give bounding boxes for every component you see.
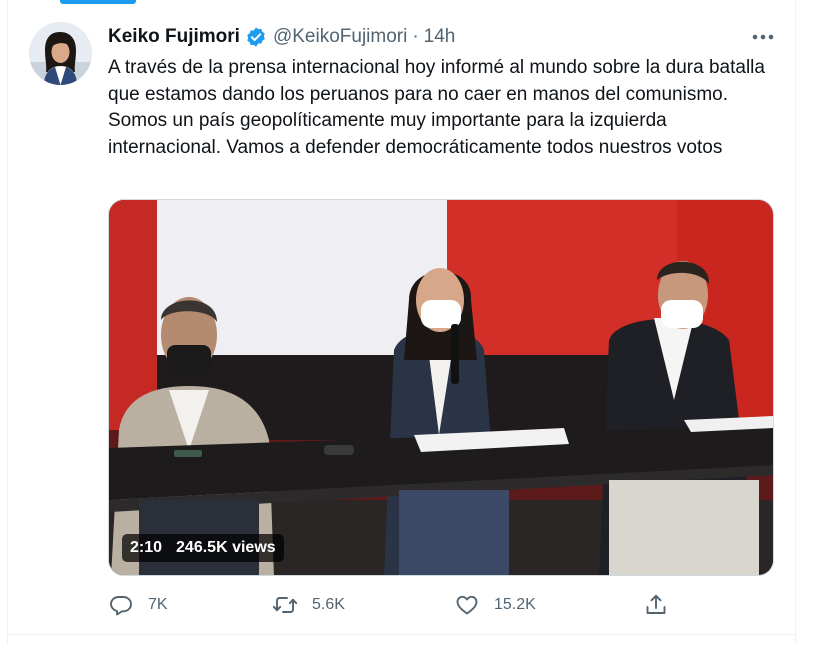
active-tab-indicator — [60, 0, 136, 4]
reply-button[interactable]: 7K — [108, 590, 168, 620]
verified-badge-icon — [245, 26, 267, 48]
author-avatar[interactable] — [29, 22, 92, 85]
video-info-badge: 2:10 246.5K views — [122, 534, 284, 562]
video-duration: 2:10 — [130, 539, 163, 556]
video-thumbnail — [109, 200, 773, 575]
tweet-divider — [7, 634, 796, 635]
retweet-button[interactable]: 5.6K — [272, 590, 345, 620]
tweet-text: A través de la prensa internacional hoy … — [108, 57, 765, 158]
more-icon — [752, 34, 774, 40]
tweet-actions-bar: 7K 5.6K 15.2K — [108, 590, 668, 620]
tweet-timestamp[interactable]: 14h — [424, 26, 456, 48]
tweet-header: Keiko Fujimori @KeikoFujimori · 14h — [108, 24, 455, 50]
like-count: 15.2K — [494, 596, 536, 613]
retweet-icon — [272, 592, 298, 618]
more-options-button[interactable] — [748, 24, 778, 50]
reply-icon — [108, 592, 134, 618]
share-button[interactable] — [643, 590, 669, 620]
timeline-right-border — [795, 0, 796, 645]
author-display-name[interactable]: Keiko Fujimori — [108, 26, 240, 48]
header-separator: · — [412, 26, 419, 47]
video-view-count: 246.5K views — [176, 539, 276, 556]
heart-icon — [454, 592, 480, 618]
retweet-count: 5.6K — [312, 596, 345, 613]
video-player[interactable]: 2:10 246.5K views — [108, 199, 774, 576]
timeline-left-border — [7, 0, 8, 645]
reply-count: 7K — [148, 596, 168, 613]
share-icon — [643, 592, 669, 618]
author-handle[interactable]: @KeikoFujimori — [273, 26, 407, 48]
like-button[interactable]: 15.2K — [454, 590, 536, 620]
